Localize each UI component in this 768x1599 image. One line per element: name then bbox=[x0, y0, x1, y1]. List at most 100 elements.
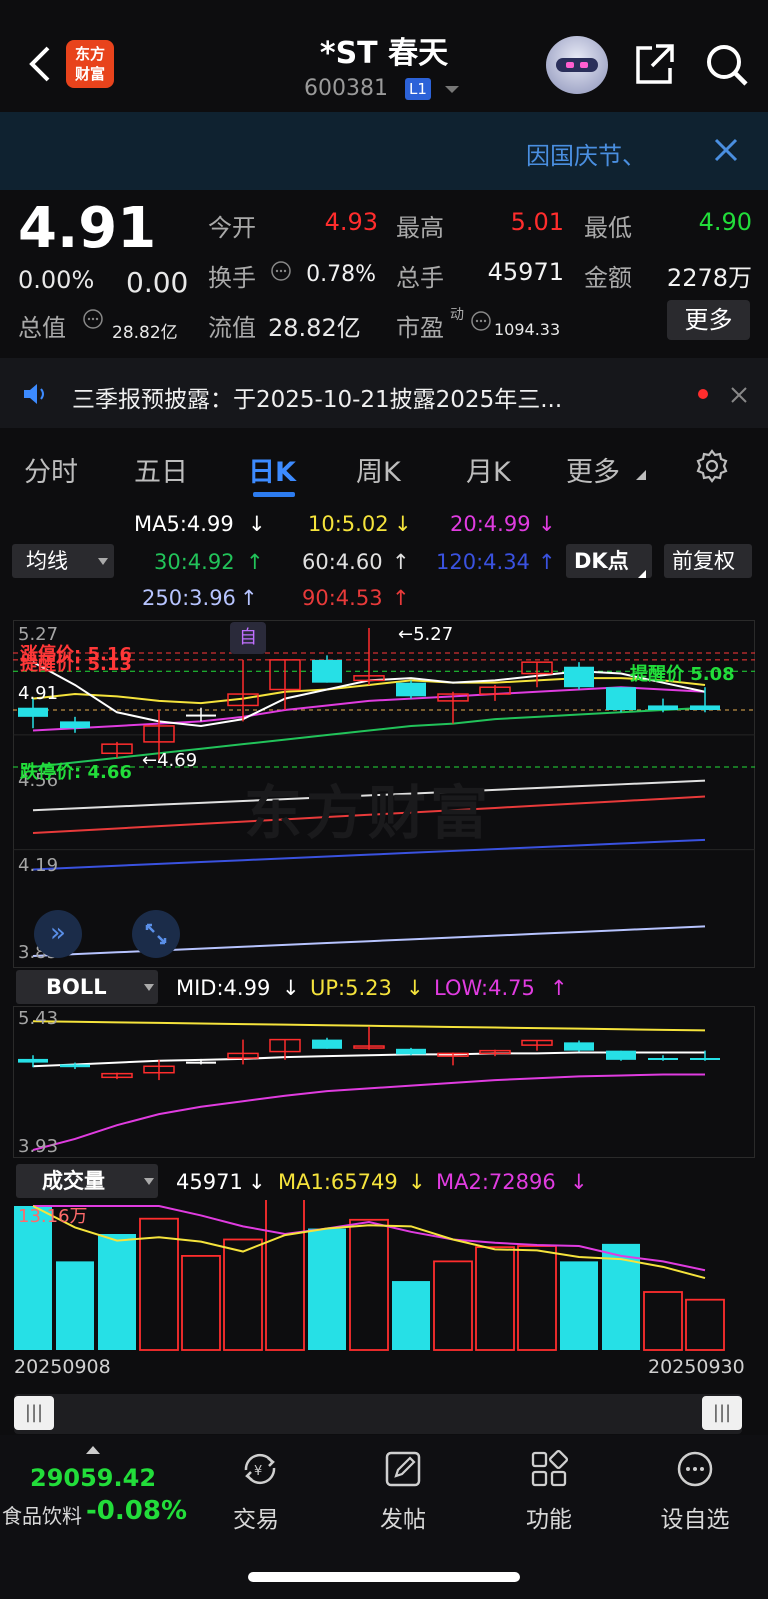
ma90-value: 90:4.53 bbox=[302, 586, 383, 610]
down-arrow-icon: ↓ bbox=[406, 976, 424, 1000]
date-start: 20250908 bbox=[14, 1356, 111, 1378]
up-triangle-icon bbox=[86, 1446, 100, 1454]
ma60-value: 60:4.60 bbox=[302, 550, 383, 574]
change-pct: 0.00% bbox=[18, 266, 95, 294]
active-tab-indicator bbox=[253, 492, 295, 497]
info-icon[interactable] bbox=[82, 308, 104, 330]
index-name[interactable]: 食品饮料 bbox=[2, 1500, 82, 1529]
trade-icon[interactable]: ¥ bbox=[238, 1450, 282, 1488]
pe-value: 1094.33 bbox=[494, 320, 561, 339]
speaker-icon bbox=[24, 384, 44, 404]
index-change[interactable]: -0.08% bbox=[86, 1496, 187, 1526]
nav-trade[interactable]: 交易 bbox=[216, 1500, 296, 1534]
boll-mid-line bbox=[32, 1051, 705, 1068]
volume-bar bbox=[560, 1261, 598, 1350]
down-arrow-icon: ↓ bbox=[248, 1170, 266, 1194]
home-indicator bbox=[248, 1572, 520, 1582]
range-scrollbar[interactable] bbox=[14, 1394, 742, 1434]
candle-body bbox=[564, 666, 594, 688]
adjust-button[interactable]: 前复权 bbox=[664, 544, 752, 578]
alert-price-right-label: 提醒价 5.08 bbox=[630, 664, 735, 685]
limit-down-label: 跌停价: 4.66 bbox=[20, 762, 132, 783]
caret-down-icon bbox=[144, 984, 154, 991]
dropdown-arrow-icon bbox=[636, 470, 646, 480]
up-arrow-icon: ↑ bbox=[240, 586, 258, 610]
volume-value: 45971 bbox=[487, 258, 564, 286]
fullscreen-icon[interactable] bbox=[132, 910, 180, 958]
candle-body bbox=[396, 682, 426, 697]
adjust-label: 前复权 bbox=[672, 549, 735, 573]
max-price-marker: ←5.27 bbox=[398, 624, 454, 645]
volume-select[interactable]: 成交量 bbox=[16, 1164, 158, 1198]
down-arrow-icon: ↓ bbox=[538, 512, 556, 536]
tab-five-day[interactable]: 五日 bbox=[134, 450, 188, 489]
search-icon[interactable] bbox=[704, 42, 750, 88]
notice-text: 因国庆节、 bbox=[526, 142, 646, 170]
tab-intraday[interactable]: 分时 bbox=[24, 450, 78, 489]
volume-chart[interactable] bbox=[13, 1200, 755, 1352]
close-icon[interactable] bbox=[730, 386, 748, 404]
news-text: 三季报预披露：于2025-10-21披露2025年三... bbox=[72, 387, 563, 413]
open-value: 4.93 bbox=[324, 208, 378, 236]
boll-chart[interactable] bbox=[13, 1006, 755, 1158]
tab-daily-k[interactable]: 日K bbox=[248, 450, 296, 489]
mktcap-value: 28.82亿 bbox=[112, 323, 178, 343]
mktcap-label: 总值 bbox=[18, 314, 66, 342]
amount-value: 2278万 bbox=[666, 264, 752, 292]
range-handle-right[interactable]: ||| bbox=[702, 1396, 742, 1430]
down-arrow-icon: ↓ bbox=[408, 1170, 426, 1194]
date-end: 20250930 bbox=[648, 1356, 745, 1378]
tab-weekly-k[interactable]: 周K bbox=[356, 450, 401, 489]
volume-bar bbox=[56, 1261, 94, 1350]
nav-function[interactable]: 功能 bbox=[509, 1500, 589, 1534]
down-arrow-icon: ↓ bbox=[570, 1170, 588, 1194]
info-icon[interactable] bbox=[470, 310, 492, 332]
volume-bar bbox=[685, 1298, 725, 1351]
boll-up: UP:5.23 bbox=[310, 976, 392, 1000]
high-value: 5.01 bbox=[510, 208, 564, 236]
candle-body bbox=[564, 1042, 594, 1051]
index-value[interactable]: 29059.42 bbox=[30, 1464, 156, 1492]
robot-avatar-icon[interactable] bbox=[546, 36, 608, 94]
nav-add-watchlist[interactable]: 设自选 bbox=[655, 1500, 735, 1534]
tab-monthly-k[interactable]: 月K bbox=[466, 450, 511, 489]
share-icon[interactable] bbox=[634, 42, 676, 86]
header: 东方 财富 *ST 春天 600381 L1 bbox=[0, 0, 768, 110]
range-handle-left[interactable]: ||| bbox=[14, 1396, 54, 1430]
gear-icon[interactable] bbox=[694, 448, 730, 484]
boll-mid: MID:4.99 bbox=[176, 976, 271, 1000]
current-price: 4.91 bbox=[18, 196, 157, 261]
notice-banner[interactable] bbox=[0, 112, 768, 190]
chevron-down-icon[interactable] bbox=[443, 84, 461, 96]
level-badge[interactable]: L1 bbox=[405, 78, 431, 100]
info-icon[interactable] bbox=[270, 260, 292, 282]
open-label: 今开 bbox=[208, 214, 256, 242]
caret-down-icon bbox=[98, 558, 108, 565]
svg-text:¥: ¥ bbox=[254, 1464, 262, 1479]
expand-right-icon[interactable]: » bbox=[34, 910, 82, 958]
boll-axis-bottom: 3.93 bbox=[18, 1136, 59, 1157]
min-price-marker: ←4.69 bbox=[142, 750, 198, 771]
volume-bar bbox=[265, 1200, 305, 1351]
more-dots-icon[interactable] bbox=[676, 1450, 714, 1488]
stock-code: 600381 bbox=[304, 76, 388, 101]
indicator-select-label: 均线 bbox=[26, 549, 68, 573]
boll-axis-top: 5.43 bbox=[18, 1008, 59, 1029]
tab-more[interactable]: 更多 bbox=[566, 450, 620, 489]
ma20-line bbox=[32, 686, 706, 732]
candle-body bbox=[186, 714, 216, 717]
up-arrow-icon: ↑ bbox=[246, 550, 264, 574]
more-button[interactable]: 更多 bbox=[667, 300, 750, 340]
ma5-value: MA5:4.99 bbox=[134, 512, 234, 536]
apps-grid-icon[interactable] bbox=[530, 1450, 568, 1488]
volume-select-label: 成交量 bbox=[42, 1169, 105, 1193]
alert-price-left-label: 提醒价: 5.13 bbox=[20, 654, 132, 675]
edit-post-icon[interactable] bbox=[384, 1450, 422, 1488]
boll-select[interactable]: BOLL bbox=[16, 970, 158, 1004]
self-select-badge[interactable]: 自 bbox=[230, 622, 266, 654]
close-icon[interactable] bbox=[714, 138, 738, 162]
volume-bar bbox=[392, 1281, 430, 1350]
high-label: 最高 bbox=[396, 214, 444, 242]
nav-post[interactable]: 发帖 bbox=[363, 1500, 443, 1534]
turnover-value: 0.78% bbox=[306, 262, 376, 287]
